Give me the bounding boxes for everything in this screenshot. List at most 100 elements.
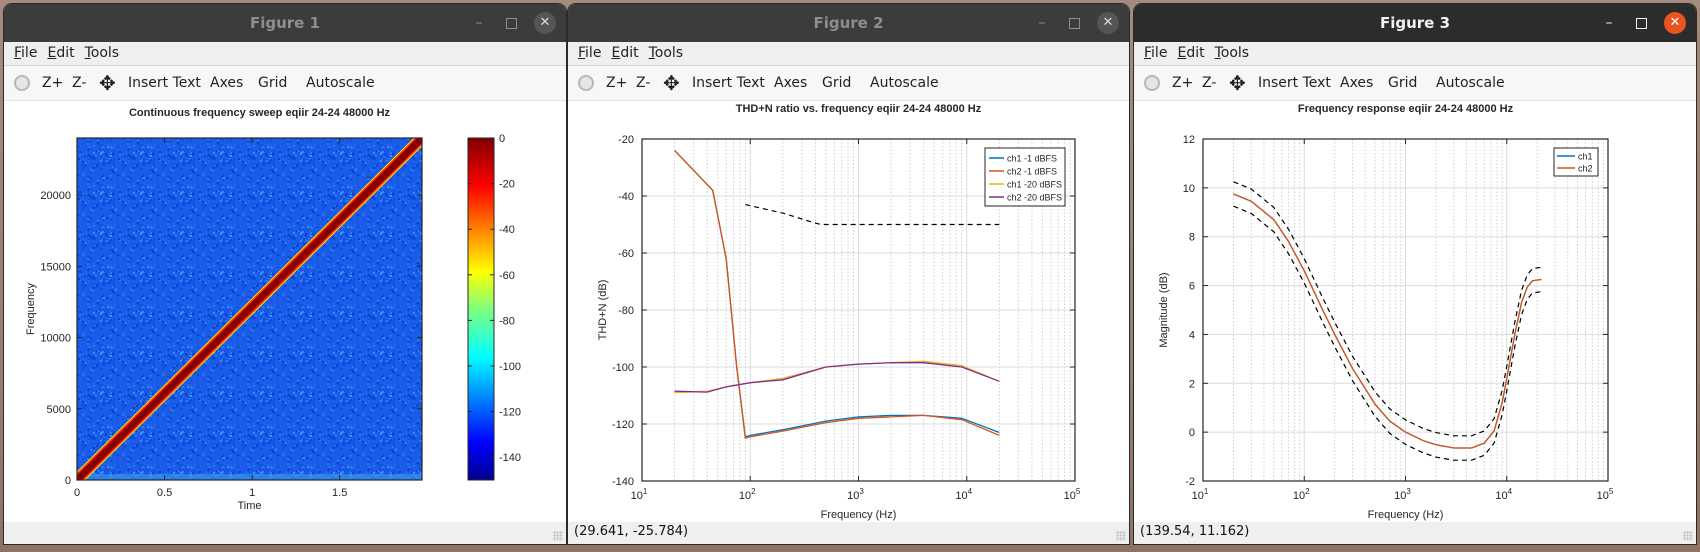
colorbar-tick-label: -20 — [499, 179, 515, 191]
zoom-out-button[interactable]: Z- — [72, 66, 86, 100]
menu-file[interactable]: File — [578, 42, 601, 64]
menu-file[interactable]: File — [14, 42, 37, 64]
cursor-coordinates: (139.54, 11.162) — [1140, 524, 1250, 539]
insert-text-button[interactable]: Insert Text — [128, 66, 201, 100]
close-button[interactable]: ✕ — [1097, 12, 1119, 34]
minimize-icon: – — [1605, 15, 1613, 31]
legend-label: ch1 -1 dBFS — [1007, 154, 1057, 164]
axes-button[interactable]: Axes — [210, 66, 243, 100]
y-axis-label: Magnitude (dB) — [1158, 272, 1170, 347]
plot-area[interactable]: 101 102 103 104 105 -20 -40 -60 -80 -100 -120 -140 T… — [568, 101, 1129, 522]
colorbar — [467, 137, 495, 481]
insert-text-button[interactable]: Insert Text — [692, 66, 765, 100]
zoom-out-button[interactable]: Z- — [1202, 66, 1216, 100]
title-bar[interactable]: Figure 2– ✕ — [568, 4, 1129, 42]
maximize-button[interactable] — [500, 12, 522, 34]
y-tick-label: -40 — [618, 191, 634, 203]
menu-edit[interactable]: Edit — [1177, 42, 1204, 64]
x-tick-label: 101 — [631, 487, 648, 502]
toolbar: Z+ Z- ✥ Insert Text Axes Grid Autoscale — [568, 66, 1129, 101]
colorbar-tick-label: -60 — [499, 270, 515, 282]
y-tick-label: 12 — [1183, 134, 1195, 146]
rotate-icon[interactable] — [1144, 75, 1160, 91]
menu-bar: File Edit Tools — [4, 42, 566, 66]
y-tick-label: -20 — [618, 134, 634, 146]
pan-icon[interactable]: ✥ — [663, 66, 680, 100]
y-tick-label: -100 — [612, 362, 634, 374]
x-tick-label: 102 — [1293, 487, 1310, 502]
minimize-button[interactable]: – — [1598, 12, 1620, 34]
minimize-button[interactable]: – — [1031, 12, 1053, 34]
legend-label: ch2 — [1578, 164, 1593, 174]
autoscale-button[interactable]: Autoscale — [870, 66, 939, 100]
y-tick-label: 15000 — [40, 261, 71, 273]
grid-button[interactable]: Grid — [258, 66, 287, 100]
colorbar-tick-label: -140 — [499, 452, 521, 464]
series-line — [674, 149, 1000, 440]
resize-grip[interactable] — [1116, 531, 1126, 541]
minimize-icon: – — [1038, 15, 1046, 31]
zoom-in-button[interactable]: Z+ — [1172, 66, 1193, 100]
x-tick-label: 103 — [1394, 487, 1411, 502]
maximize-button[interactable] — [1630, 12, 1652, 34]
toolbar: Z+ Z- ✥ Insert Text Axes Grid Autoscale — [4, 66, 566, 101]
y-axis-label: Frequency — [25, 283, 37, 335]
close-button[interactable]: ✕ — [1664, 12, 1686, 34]
pan-icon[interactable]: ✥ — [1229, 66, 1246, 100]
plot-area[interactable]: 101 102 103 104 105 12 10 8 6 4 2 0 -2 Frequency resp… — [1134, 101, 1696, 522]
series-line — [1233, 193, 1542, 449]
zoom-out-button[interactable]: Z- — [636, 66, 650, 100]
zoom-in-button[interactable]: Z+ — [606, 66, 627, 100]
pan-icon[interactable]: ✥ — [99, 66, 116, 100]
close-button[interactable]: ✕ — [534, 12, 556, 34]
menu-edit[interactable]: Edit — [47, 42, 74, 64]
minimize-button[interactable]: – — [468, 12, 490, 34]
x-tick-label: 104 — [1495, 487, 1512, 502]
y-tick-label: 0 — [1189, 427, 1195, 439]
minimize-icon: – — [475, 15, 483, 31]
x-tick-label: 0.5 — [157, 487, 172, 499]
colorbar-tick-label: -120 — [499, 407, 521, 419]
title-bar[interactable]: Figure 3– ✕ — [1134, 4, 1696, 42]
autoscale-button[interactable]: Autoscale — [306, 66, 375, 100]
axes-button[interactable]: Axes — [774, 66, 807, 100]
menu-tools[interactable]: Tools — [85, 42, 120, 64]
maximize-icon — [505, 17, 517, 29]
y-tick-label: 5000 — [47, 404, 71, 416]
menu-file[interactable]: File — [1144, 42, 1167, 64]
colorbar-tick-label: 0 — [499, 133, 505, 145]
rotate-icon[interactable] — [14, 75, 30, 91]
resize-grip[interactable] — [553, 531, 563, 541]
rotate-icon[interactable] — [578, 75, 594, 91]
autoscale-button[interactable]: Autoscale — [1436, 66, 1505, 100]
spectrogram-chart: 0 0.5 1 1.5 0 5000 10000 15000 20000 Continuous f… — [25, 107, 521, 512]
x-axis-label: Time — [237, 500, 261, 512]
title-bar[interactable]: Figure 1– ✕ — [4, 4, 566, 42]
grid-button[interactable]: Grid — [1388, 66, 1417, 100]
y-tick-label: -140 — [612, 476, 634, 488]
series-line — [1233, 193, 1542, 449]
plot-area[interactable]: 0 0.5 1 1.5 0 5000 10000 15000 20000 Continuous f… — [4, 101, 566, 522]
menu-edit[interactable]: Edit — [611, 42, 638, 64]
menu-tools[interactable]: Tools — [1215, 42, 1250, 64]
figure-2-window: Figure 2– ✕ File Edit Tools Z+ Z- ✥ Insert Text A… — [568, 4, 1129, 544]
axes-button[interactable]: Axes — [1340, 66, 1373, 100]
grid-button[interactable]: Grid — [822, 66, 851, 100]
low-frequency-band — [77, 474, 422, 480]
status-bar: (139.54, 11.162) — [1134, 522, 1696, 544]
y-tick-label: 20000 — [40, 190, 71, 202]
insert-text-button[interactable]: Insert Text — [1258, 66, 1331, 100]
thdn-chart: 101 102 103 104 105 -20 -40 -60 -80 -100 -120 -140 T… — [597, 103, 1081, 521]
legend-label: ch1 -20 dBFS — [1007, 180, 1062, 190]
menu-tools[interactable]: Tools — [649, 42, 684, 64]
x-tick-label: 105 — [1597, 487, 1614, 502]
y-axis-label: THD+N (dB) — [597, 280, 609, 341]
maximize-button[interactable] — [1063, 12, 1085, 34]
y-tick-label: -2 — [1185, 476, 1195, 488]
limit-line — [1233, 181, 1542, 437]
x-tick-label: 104 — [955, 487, 972, 502]
resize-grip[interactable] — [1683, 531, 1693, 541]
zoom-in-button[interactable]: Z+ — [42, 66, 63, 100]
close-icon: ✕ — [1102, 15, 1114, 30]
figure-1-window: Figure 1– ✕ File Edit Tools Z+ Z- ✥ Insert Text A… — [4, 4, 566, 544]
